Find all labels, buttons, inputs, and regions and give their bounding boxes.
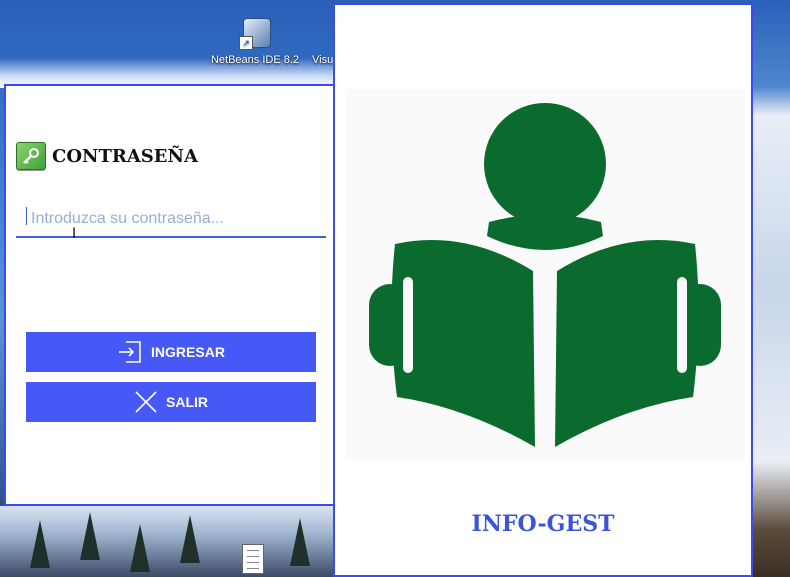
ibeam-cursor-icon: I (72, 226, 77, 242)
wallpaper-tree (290, 518, 310, 566)
login-window: CONTRASEÑA I INGRESAR SALIR (4, 84, 333, 506)
text-caret (26, 207, 27, 225)
salir-button[interactable]: SALIR (26, 382, 316, 422)
password-header: CONTRASEÑA (16, 142, 198, 170)
password-title: CONTRASEÑA (52, 145, 198, 167)
wallpaper-tree (180, 515, 200, 563)
key-icon (16, 142, 46, 170)
salir-label: SALIR (166, 394, 208, 410)
desktop-wallpaper-edge (752, 0, 790, 577)
close-icon (134, 390, 158, 414)
ingresar-label: INGRESAR (151, 344, 225, 360)
desktop-icon-netbeans[interactable]: ↗ NetBeans IDE 8.2 (207, 18, 303, 66)
wallpaper-tree (130, 524, 150, 572)
desktop-icon-label: NetBeans IDE 8.2 (210, 54, 300, 66)
netbeans-icon: ↗ (239, 18, 271, 50)
splash-window: INFO-GEST (333, 3, 753, 577)
desktop-icon-label: Visu (312, 54, 334, 66)
wallpaper-tree (80, 512, 100, 560)
brand-name: INFO-GEST (471, 511, 615, 537)
ingresar-button[interactable]: INGRESAR (26, 332, 316, 372)
reader-book-logo (345, 89, 745, 461)
password-input[interactable] (16, 202, 326, 238)
wallpaper-tree (30, 520, 50, 568)
login-arrow-icon (117, 340, 143, 364)
desktop-file-icon[interactable] (242, 544, 264, 574)
